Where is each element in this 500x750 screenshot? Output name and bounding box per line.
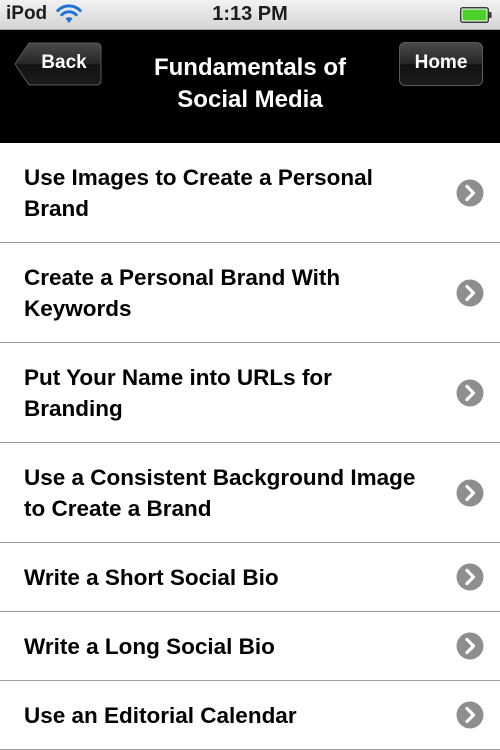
chevron-right-icon xyxy=(456,379,484,406)
chevron-right-icon xyxy=(456,563,484,591)
page-title-line-2: Social Media xyxy=(177,86,323,113)
list-item-label: Write a Long Social Bio xyxy=(24,633,275,659)
home-button-label: Home xyxy=(414,52,468,73)
clock: 1:13 PM xyxy=(212,3,288,25)
list-item-keywords[interactable]: Create a Personal Brand With Keywords xyxy=(0,243,500,343)
back-button[interactable]: Back xyxy=(14,42,102,86)
chevron-right-icon xyxy=(456,632,484,660)
list-item-use-images[interactable]: Use Images to Create a Personal Brand xyxy=(0,143,500,243)
list-item-label: Create a Personal Brand With Keywords xyxy=(24,264,341,321)
list-item-label: Use Images to Create a Personal Brand xyxy=(24,164,373,221)
list-item-label: Use a Consistent Background Image to Cre… xyxy=(24,464,416,521)
chevron-right-icon xyxy=(456,701,484,729)
home-button[interactable]: Home xyxy=(399,42,483,86)
list-item-short-bio[interactable]: Write a Short Social Bio xyxy=(0,543,500,612)
battery-icon xyxy=(460,7,492,23)
chevron-right-icon xyxy=(456,479,484,506)
page-title: Fundamentals of Social Media xyxy=(120,52,380,116)
status-bar: iPod 1:13 PM xyxy=(0,0,500,30)
list-item-name-in-urls[interactable]: Put Your Name into URLs for Branding xyxy=(0,343,500,443)
list-item-editorial-calendar[interactable]: Use an Editorial Calendar xyxy=(0,681,500,750)
page-title-line-1: Fundamentals of xyxy=(153,54,346,81)
list-item-background-image[interactable]: Use a Consistent Background Image to Cre… xyxy=(0,443,500,543)
list-item-label: Write a Short Social Bio xyxy=(24,564,279,590)
back-button-label: Back xyxy=(41,52,87,73)
chevron-right-icon xyxy=(456,279,484,306)
list-item-label: Put Your Name into URLs for Branding xyxy=(24,364,332,421)
list-item-long-bio[interactable]: Write a Long Social Bio xyxy=(0,612,500,681)
navigation-bar: Back Fundamentals of Social Media Home xyxy=(0,30,500,143)
topic-list: Use Images to Create a Personal Brand Cr… xyxy=(0,143,500,750)
chevron-right-icon xyxy=(456,179,484,206)
list-item-label: Use an Editorial Calendar xyxy=(24,702,297,728)
